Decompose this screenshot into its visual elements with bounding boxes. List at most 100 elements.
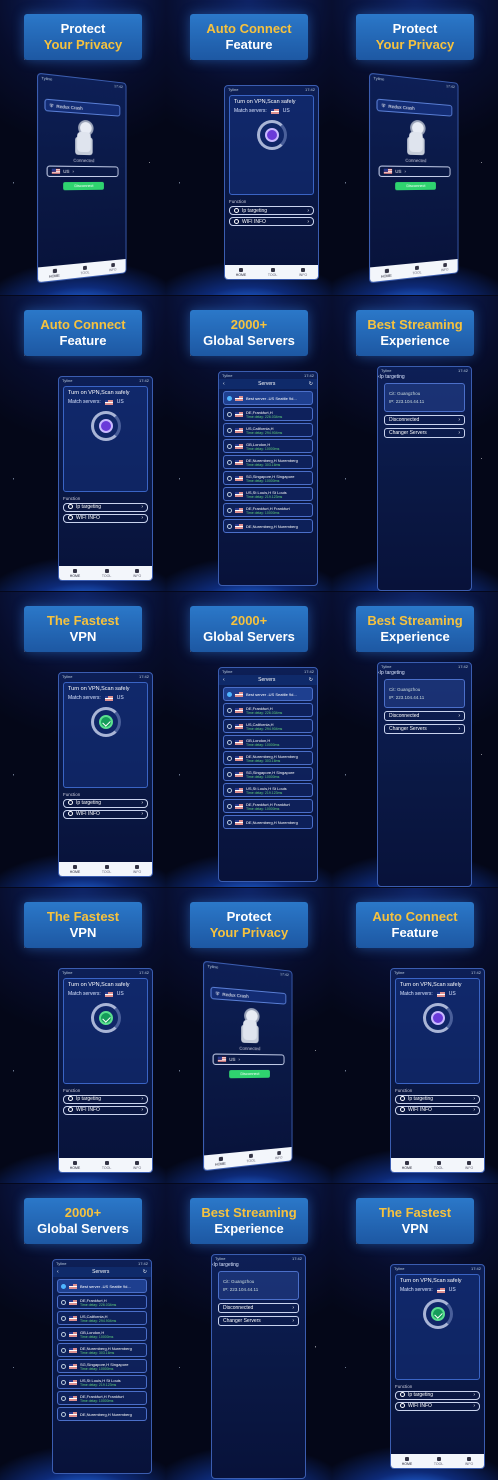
wifi-info-button[interactable]: WIFI INFO ›	[229, 217, 314, 227]
connect-button[interactable]	[90, 411, 121, 441]
change-servers-button[interactable]: Changer Servers ›	[218, 1316, 299, 1326]
nav-item-home[interactable]: HOME	[49, 268, 60, 278]
radio-button[interactable]	[227, 771, 232, 777]
nav-item-home[interactable]: HOME	[381, 268, 392, 278]
radio-button[interactable]	[227, 411, 232, 417]
radio-button[interactable]	[61, 1315, 66, 1321]
disconnect-button[interactable]: Disconnected ›	[218, 1303, 299, 1313]
best-server-row[interactable]: Best server -US Seattle 9d...	[57, 1279, 147, 1293]
refresh-icon[interactable]: ↻	[309, 381, 313, 387]
disconnect-button[interactable]: Disconnect	[395, 181, 436, 191]
radio-button[interactable]	[61, 1363, 66, 1369]
server-row[interactable]: DE,Frankfurt,H Frankfurt Time delay: 1000…	[57, 1391, 147, 1405]
radio-button[interactable]	[227, 507, 232, 513]
radio-button[interactable]	[61, 1379, 66, 1385]
radio-button[interactable]	[227, 443, 232, 449]
nav-item-tool[interactable]: TOOL	[434, 1160, 443, 1170]
nav-item-tool[interactable]: TOOL	[412, 265, 422, 275]
connect-button[interactable]	[90, 707, 121, 737]
server-row[interactable]: DE,Frankfurt,H Frankfurt Time delay: 1000…	[223, 799, 313, 813]
nav-item-tool[interactable]: TOOL	[102, 1160, 111, 1170]
server-row[interactable]: DE,Nuremberg,H Nuremberg	[223, 815, 313, 829]
server-select[interactable]: US ›	[378, 165, 451, 178]
nav-item-home[interactable]: HOME	[215, 1156, 226, 1166]
wifi-info-button[interactable]: WIFI INFO ›	[63, 513, 148, 523]
disconnect-button[interactable]: Disconnected ›	[384, 711, 465, 721]
server-row[interactable]: SG,Singapore,H Singapore Time delay: 1000…	[57, 1359, 147, 1373]
nav-item-home[interactable]: HOME	[70, 864, 80, 874]
server-row[interactable]: DE,Frankfurt,H Time delay: 226.034ms	[223, 703, 313, 717]
server-row[interactable]: SG,Singapore,H Singapore Time delay: 1000…	[223, 471, 313, 485]
server-row[interactable]: US,St Louis,H St Louis Time delay: 219.12…	[57, 1375, 147, 1389]
nav-item-tool[interactable]: TOOL	[80, 265, 90, 275]
best-server-row[interactable]: Best server -US Seattle 9d...	[223, 391, 313, 405]
radio-button[interactable]	[227, 755, 232, 761]
server-row[interactable]: DE,Nuremberg,H Nuremberg Time delay: 303.…	[57, 1343, 147, 1357]
radio-button[interactable]	[227, 707, 232, 713]
back-arrow-icon[interactable]: ‹	[223, 677, 225, 683]
disconnect-button[interactable]: Disconnect	[63, 181, 104, 191]
server-row[interactable]: DE,Nuremberg,H Nuremberg	[57, 1407, 147, 1421]
nav-item-tool[interactable]: TOOL	[102, 864, 111, 874]
nav-item-info[interactable]: INFO	[133, 568, 141, 578]
server-select[interactable]: US ›	[212, 1053, 285, 1066]
server-row[interactable]: GB,London,H Time delay: 10000ms	[223, 439, 313, 453]
server-row[interactable]: GB,London,H Time delay: 10000ms	[57, 1327, 147, 1341]
nav-item-home[interactable]: HOME	[236, 267, 246, 277]
nav-item-info[interactable]: INFO	[109, 262, 116, 272]
radio-button[interactable]	[227, 523, 232, 529]
nav-item-info[interactable]: INFO	[275, 1150, 282, 1160]
server-row[interactable]: US,California,H Time delay: 294.904ms	[223, 719, 313, 733]
radio-button[interactable]	[227, 491, 232, 497]
radio-button[interactable]	[61, 1299, 66, 1305]
change-servers-button[interactable]: Changer Servers ›	[384, 428, 465, 438]
radio-button[interactable]	[227, 427, 232, 433]
nav-item-info[interactable]: INFO	[465, 1456, 473, 1466]
wifi-info-button[interactable]: WIFI INFO ›	[395, 1401, 480, 1411]
nav-item-home[interactable]: HOME	[402, 1160, 412, 1170]
radio-button[interactable]	[61, 1411, 66, 1417]
nav-item-home[interactable]: HOME	[70, 1160, 80, 1170]
radio-button[interactable]	[227, 819, 232, 825]
nav-item-tool[interactable]: TOOL	[268, 267, 277, 277]
connect-button[interactable]	[90, 1003, 121, 1033]
radio-selected[interactable]	[227, 395, 232, 401]
server-row[interactable]: DE,Nuremberg,H Nuremberg Time delay: 303.…	[223, 455, 313, 469]
connect-button[interactable]	[256, 120, 287, 150]
ip-targeting-button[interactable]: Ip targeting ›	[63, 502, 148, 512]
refresh-icon[interactable]: ↻	[309, 677, 313, 683]
radio-button[interactable]	[227, 475, 232, 481]
radio-button[interactable]	[227, 723, 232, 729]
server-row[interactable]: US,California,H Time delay: 294.904ms	[223, 423, 313, 437]
radio-button[interactable]	[61, 1347, 66, 1353]
nav-item-tool[interactable]: TOOL	[102, 568, 111, 578]
nav-item-tool[interactable]: TOOL	[434, 1456, 443, 1466]
ip-targeting-button[interactable]: Ip targeting ›	[395, 1390, 480, 1400]
nav-item-home[interactable]: HOME	[70, 568, 80, 578]
wifi-info-button[interactable]: WIFI INFO ›	[63, 1105, 148, 1115]
server-row[interactable]: DE,Frankfurt,H Time delay: 226.034ms	[223, 407, 313, 421]
server-row[interactable]: US,St Louis,H St Louis Time delay: 219.12…	[223, 783, 313, 797]
server-select[interactable]: US ›	[46, 165, 119, 178]
change-servers-button[interactable]: Changer Servers ›	[384, 724, 465, 734]
radio-button[interactable]	[227, 739, 232, 745]
ip-targeting-button[interactable]: Ip targeting ›	[63, 1094, 148, 1104]
radio-button[interactable]	[227, 459, 232, 465]
connect-button[interactable]	[422, 1299, 453, 1329]
server-row[interactable]: US,California,H Time delay: 294.904ms	[57, 1311, 147, 1325]
radio-selected[interactable]	[227, 691, 232, 697]
wifi-info-button[interactable]: WIFI INFO ›	[395, 1105, 480, 1115]
nav-item-home[interactable]: HOME	[402, 1456, 412, 1466]
server-row[interactable]: DE,Frankfurt,H Time delay: 226.034ms	[57, 1295, 147, 1309]
nav-item-tool[interactable]: TOOL	[246, 1153, 256, 1163]
nav-item-info[interactable]: INFO	[465, 1160, 473, 1170]
back-arrow-icon[interactable]: ‹	[223, 381, 225, 387]
server-row[interactable]: SG,Singapore,H Singapore Time delay: 1000…	[223, 767, 313, 781]
radio-button[interactable]	[227, 787, 232, 793]
server-row[interactable]: DE,Frankfurt,H Frankfurt Time delay: 1000…	[223, 503, 313, 517]
best-server-row[interactable]: Best server -US Seattle 9d...	[223, 687, 313, 701]
ip-targeting-button[interactable]: Ip targeting ›	[229, 206, 314, 216]
disconnect-button[interactable]: Disconnect	[229, 1069, 270, 1079]
wifi-info-button[interactable]: WIFI INFO ›	[63, 809, 148, 819]
nav-item-info[interactable]: INFO	[441, 262, 448, 272]
